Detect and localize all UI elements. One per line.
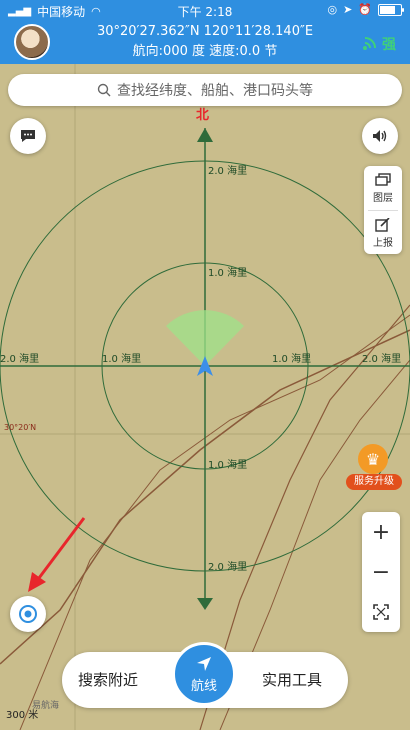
report-button[interactable]: 上报 (364, 211, 402, 255)
locate-icon (19, 605, 37, 623)
search-icon (97, 83, 111, 97)
search-placeholder: 查找经纬度、船舶、港口码头等 (117, 83, 313, 99)
heading-speed-readout: 航向:000 度 速度:0.0 节 (132, 44, 278, 59)
ring-label-top-2nm: 2.0 海里 (208, 166, 248, 177)
sound-button[interactable] (362, 118, 398, 154)
location-arrow-icon: ➤ (343, 3, 353, 16)
position-readout: 30°20′27.362″N 120°11′28.140″E (96, 24, 314, 39)
fullscreen-button[interactable] (362, 592, 400, 632)
service-upgrade-button[interactable]: ♛ 服务升级 (346, 444, 402, 492)
report-label: 上报 (373, 237, 393, 249)
app-header: ▂▄▆ 中国移动 ◠ 下午 2:18 ◎ ➤ ⏰ 30°20′27.362″N … (0, 0, 410, 64)
zoom-out-button[interactable]: − (362, 552, 400, 592)
layers-label: 图层 (373, 192, 393, 204)
annotation-arrow (28, 517, 86, 592)
layers-icon (375, 172, 391, 186)
layer-panel: 图层 上报 (364, 166, 402, 254)
orientation-lock-icon: ◎ (327, 3, 338, 16)
route-button[interactable]: 航线 (172, 642, 236, 706)
service-upgrade-label: 服务升级 (346, 474, 402, 490)
navigation-arrow-icon (197, 656, 211, 671)
ring-label-bottom-1nm: 1.0 海里 (208, 460, 248, 471)
ring-label-left-1nm: 1.0 海里 (102, 354, 142, 365)
battery-icon (378, 3, 404, 16)
alarm-icon: ⏰ (358, 3, 372, 16)
speaker-icon (373, 130, 387, 142)
ring-label-left-2nm: 2.0 海里 (0, 354, 40, 365)
gps-signal-indicator: 强 (362, 34, 396, 54)
edit-icon (375, 217, 390, 232)
chat-button[interactable] (10, 118, 46, 154)
status-bar: ▂▄▆ 中国移动 ◠ 下午 2:18 ◎ ➤ ⏰ (0, 0, 410, 22)
signal-wave-icon (363, 37, 376, 50)
ring-label-bottom-2nm: 2.0 海里 (208, 562, 248, 573)
crown-icon: ♛ (358, 444, 388, 474)
chat-icon (21, 130, 35, 142)
latitude-label: 30°20′N (4, 423, 37, 432)
signal-label: 强 (382, 37, 396, 53)
ring-label-right-1nm: 1.0 海里 (272, 354, 312, 365)
fullscreen-icon (373, 604, 389, 620)
locate-button[interactable] (10, 596, 46, 632)
tools-button[interactable]: 实用工具 (262, 652, 322, 708)
layers-button[interactable]: 图层 (364, 166, 402, 210)
ring-label-right-2nm: 2.0 海里 (362, 354, 402, 365)
zoom-controls: + − (362, 512, 400, 632)
zoom-in-button[interactable]: + (362, 512, 400, 552)
watermark: 易航海 (32, 701, 60, 711)
ring-label-top-1nm: 1.0 海里 (208, 268, 248, 279)
compass-north: 北 (196, 108, 210, 123)
route-label: 航线 (190, 678, 217, 694)
search-nearby-button[interactable]: 搜索附近 (78, 652, 138, 708)
search-bar[interactable]: 查找经纬度、船舶、港口码头等 (8, 74, 402, 106)
